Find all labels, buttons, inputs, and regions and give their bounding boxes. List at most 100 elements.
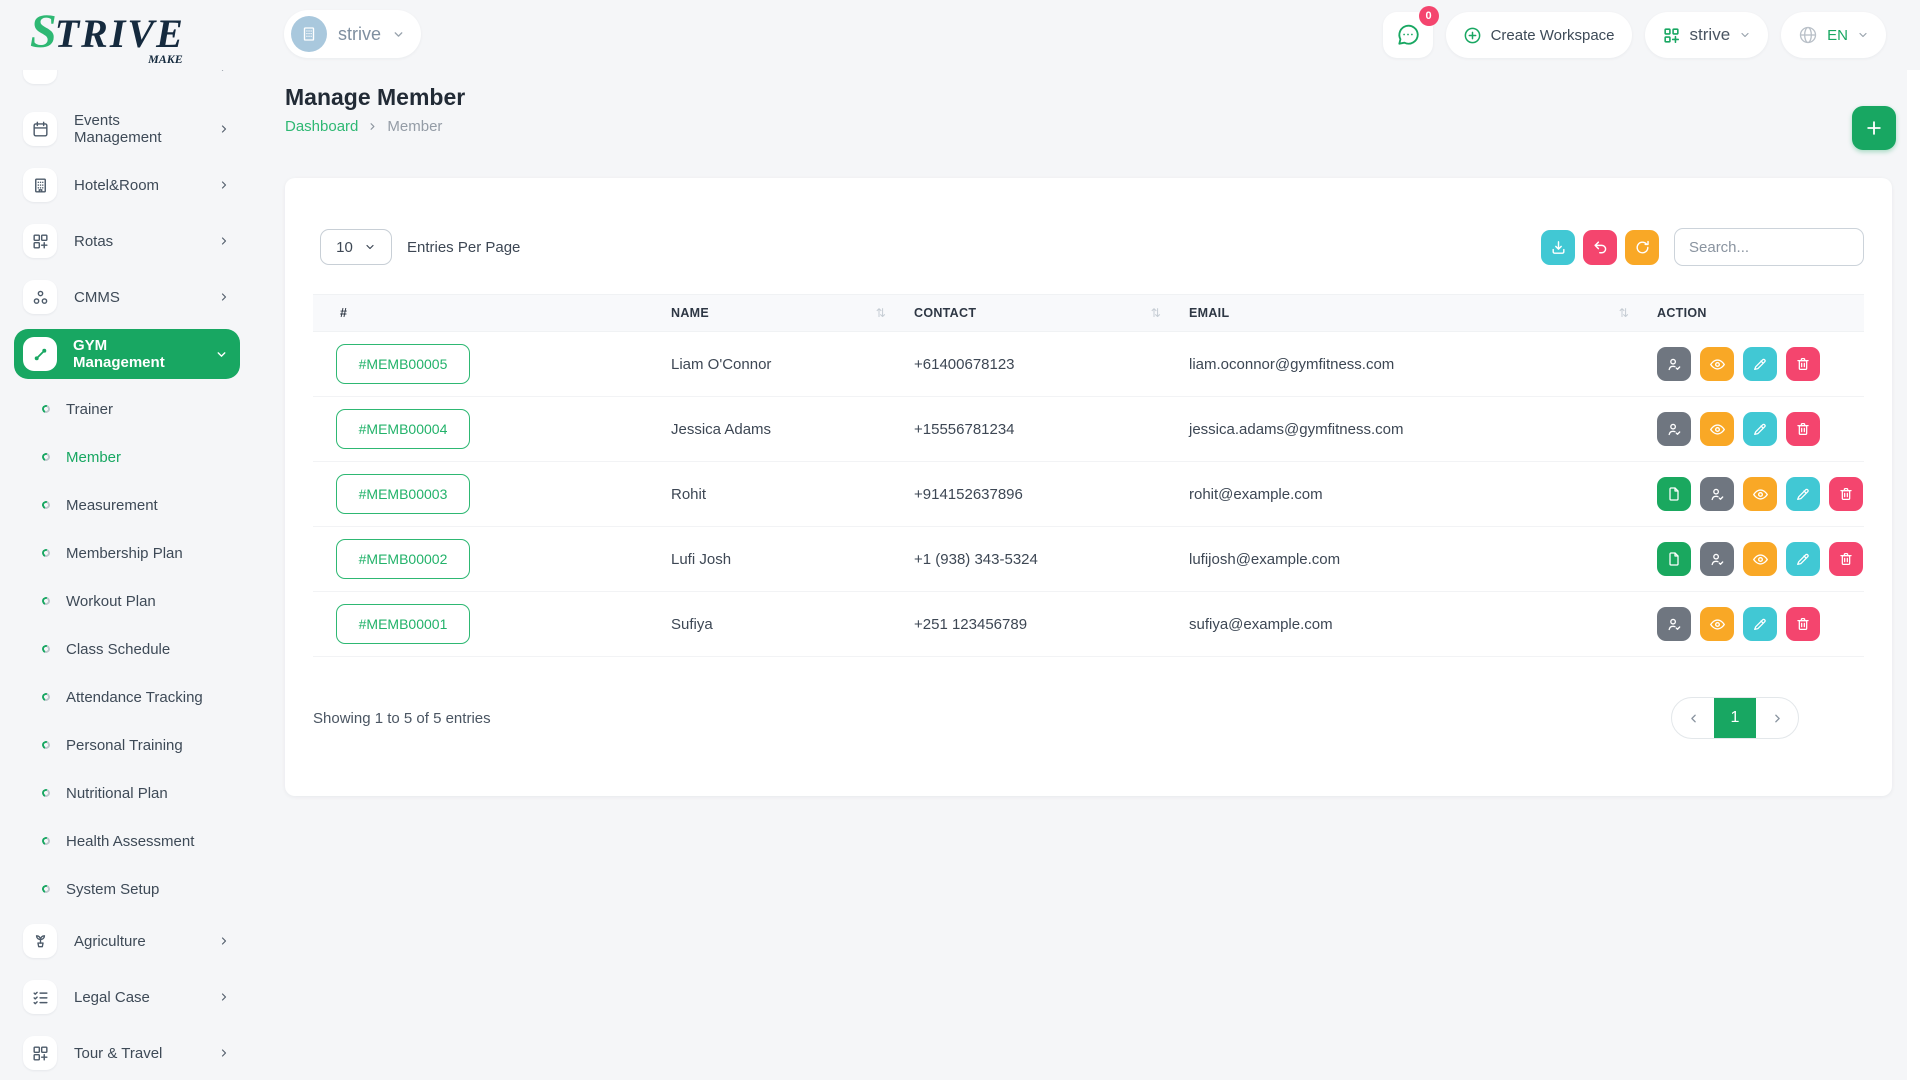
scrollbar[interactable] [1907,70,1920,1080]
workspace-selector[interactable]: strive [284,10,421,58]
language-selector[interactable]: EN [1781,12,1886,58]
sidebar-item-cmms[interactable]: CMMS [0,269,260,325]
subitem-bullet-icon [41,788,52,799]
table-row: #MEMB00003 Rohit +914152637896 rohit@exa… [313,462,1864,527]
chevron-right-icon [218,291,230,303]
member-contact: +61400678123 [914,356,1189,373]
view-button[interactable] [1700,607,1734,641]
member-id-chip[interactable]: #MEMB00002 [336,539,470,579]
sidebar-item-hotel-room[interactable]: Hotel&Room [0,157,260,213]
document-button[interactable] [1657,477,1691,511]
document-button[interactable] [1657,542,1691,576]
assign-trainer-button[interactable] [1700,477,1734,511]
sidebar-subitem-workout-plan[interactable]: Workout Plan [0,577,260,625]
member-id-chip[interactable]: #MEMB00003 [336,474,470,514]
breadcrumb-current: Member [387,118,442,135]
gym-submenu: Trainer Member Measurement Membership Pl… [0,385,260,913]
delete-button[interactable] [1829,477,1863,511]
add-member-button[interactable] [1852,106,1896,150]
undo-arrow-icon [1592,239,1609,256]
member-contact: +15556781234 [914,421,1189,438]
chat-button[interactable]: 0 [1383,12,1433,58]
sidebar-subitem-personal-training[interactable]: Personal Training [0,721,260,769]
grid-plus-icon [23,1036,57,1070]
table-footer: Showing 1 to 5 of 5 entries 1 [313,697,1864,739]
entries-per-page-select[interactable]: 10 [320,229,392,265]
assign-trainer-button[interactable] [1657,607,1691,641]
table-row: #MEMB00001 Sufiya +251 123456789 sufiya@… [313,592,1864,657]
showing-entries-text: Showing 1 to 5 of 5 entries [313,710,491,727]
chevron-right-icon [218,70,230,73]
edit-button[interactable] [1743,607,1777,641]
sidebar-item-agriculture[interactable]: Agriculture [0,913,260,969]
edit-button[interactable] [1786,477,1820,511]
edit-button[interactable] [1743,412,1777,446]
breadcrumb: Dashboard Member [285,118,442,135]
member-id-chip[interactable]: #MEMB00001 [336,604,470,644]
user-check-icon [1709,551,1726,568]
view-button[interactable] [1743,542,1777,576]
current-page-button[interactable]: 1 [1714,698,1756,738]
org-selector[interactable]: strive [1645,12,1769,58]
sidebar-item-events-management[interactable]: Events Management [0,101,260,157]
delete-button[interactable] [1786,347,1820,381]
sidebar-nav: Events Management Hotel&Room Rotas CMMS … [0,70,260,1080]
table-header: # NAME⇅ CONTACT⇅ EMAIL⇅ ACTION [313,294,1864,332]
row-actions [1657,412,1864,446]
member-id-chip[interactable]: #MEMB00005 [336,344,470,384]
assign-trainer-button[interactable] [1657,347,1691,381]
chevron-right-icon [218,991,230,1003]
view-button[interactable] [1743,477,1777,511]
edit-button[interactable] [1786,542,1820,576]
eye-icon [1709,616,1726,633]
sort-icon[interactable]: ⇅ [876,306,886,320]
refresh-icon [1634,239,1651,256]
globe-icon [1798,25,1818,45]
plus-icon [1864,118,1884,138]
sidebar-item-partial[interactable] [0,70,260,84]
sidebar-item-rotas[interactable]: Rotas [0,213,260,269]
breadcrumb-dashboard-link[interactable]: Dashboard [285,118,358,135]
sidebar-subitem-member[interactable]: Member [0,433,260,481]
next-page-button[interactable] [1756,698,1798,738]
sort-icon[interactable]: ⇅ [1619,306,1629,320]
view-button[interactable] [1700,347,1734,381]
sidebar-item-gym-management[interactable]: GYM Management [14,329,240,379]
app-logo[interactable]: STRIVE MAKE [30,8,185,67]
export-button[interactable] [1541,230,1575,265]
delete-button[interactable] [1786,607,1820,641]
sidebar-subitem-attendance-tracking[interactable]: Attendance Tracking [0,673,260,721]
column-header-name[interactable]: NAME⇅ [671,306,914,320]
assign-trainer-button[interactable] [1700,542,1734,576]
undo-button[interactable] [1583,230,1617,265]
create-workspace-button[interactable]: Create Workspace [1446,12,1632,58]
member-email: lufijosh@example.com [1189,551,1657,568]
sidebar-subitem-system-setup[interactable]: System Setup [0,865,260,913]
delete-button[interactable] [1786,412,1820,446]
previous-page-button[interactable] [1672,698,1714,738]
assign-trainer-button[interactable] [1657,412,1691,446]
member-email: rohit@example.com [1189,486,1657,503]
column-header-contact[interactable]: CONTACT⇅ [914,306,1189,320]
member-id-chip[interactable]: #MEMB00004 [336,409,470,449]
sidebar-item-tour-travel[interactable]: Tour & Travel [0,1025,260,1080]
sidebar-subitem-membership-plan[interactable]: Membership Plan [0,529,260,577]
delete-button[interactable] [1829,542,1863,576]
sidebar-subitem-trainer[interactable]: Trainer [0,385,260,433]
chevron-right-icon [218,179,230,191]
sidebar-subitem-nutritional-plan[interactable]: Nutritional Plan [0,769,260,817]
refresh-button[interactable] [1625,230,1659,265]
column-header-email[interactable]: EMAIL⇅ [1189,306,1657,320]
search-input[interactable] [1674,228,1864,266]
sidebar-subitem-class-schedule[interactable]: Class Schedule [0,625,260,673]
sort-icon[interactable]: ⇅ [1151,306,1161,320]
eye-icon [1752,486,1769,503]
member-email: jessica.adams@gymfitness.com [1189,421,1657,438]
view-button[interactable] [1700,412,1734,446]
entries-per-page-value: 10 [336,239,353,256]
sidebar-subitem-health-assessment[interactable]: Health Assessment [0,817,260,865]
sidebar-subitem-measurement[interactable]: Measurement [0,481,260,529]
column-header-id[interactable]: # [313,306,671,320]
edit-button[interactable] [1743,347,1777,381]
sidebar-item-legal-case[interactable]: Legal Case [0,969,260,1025]
